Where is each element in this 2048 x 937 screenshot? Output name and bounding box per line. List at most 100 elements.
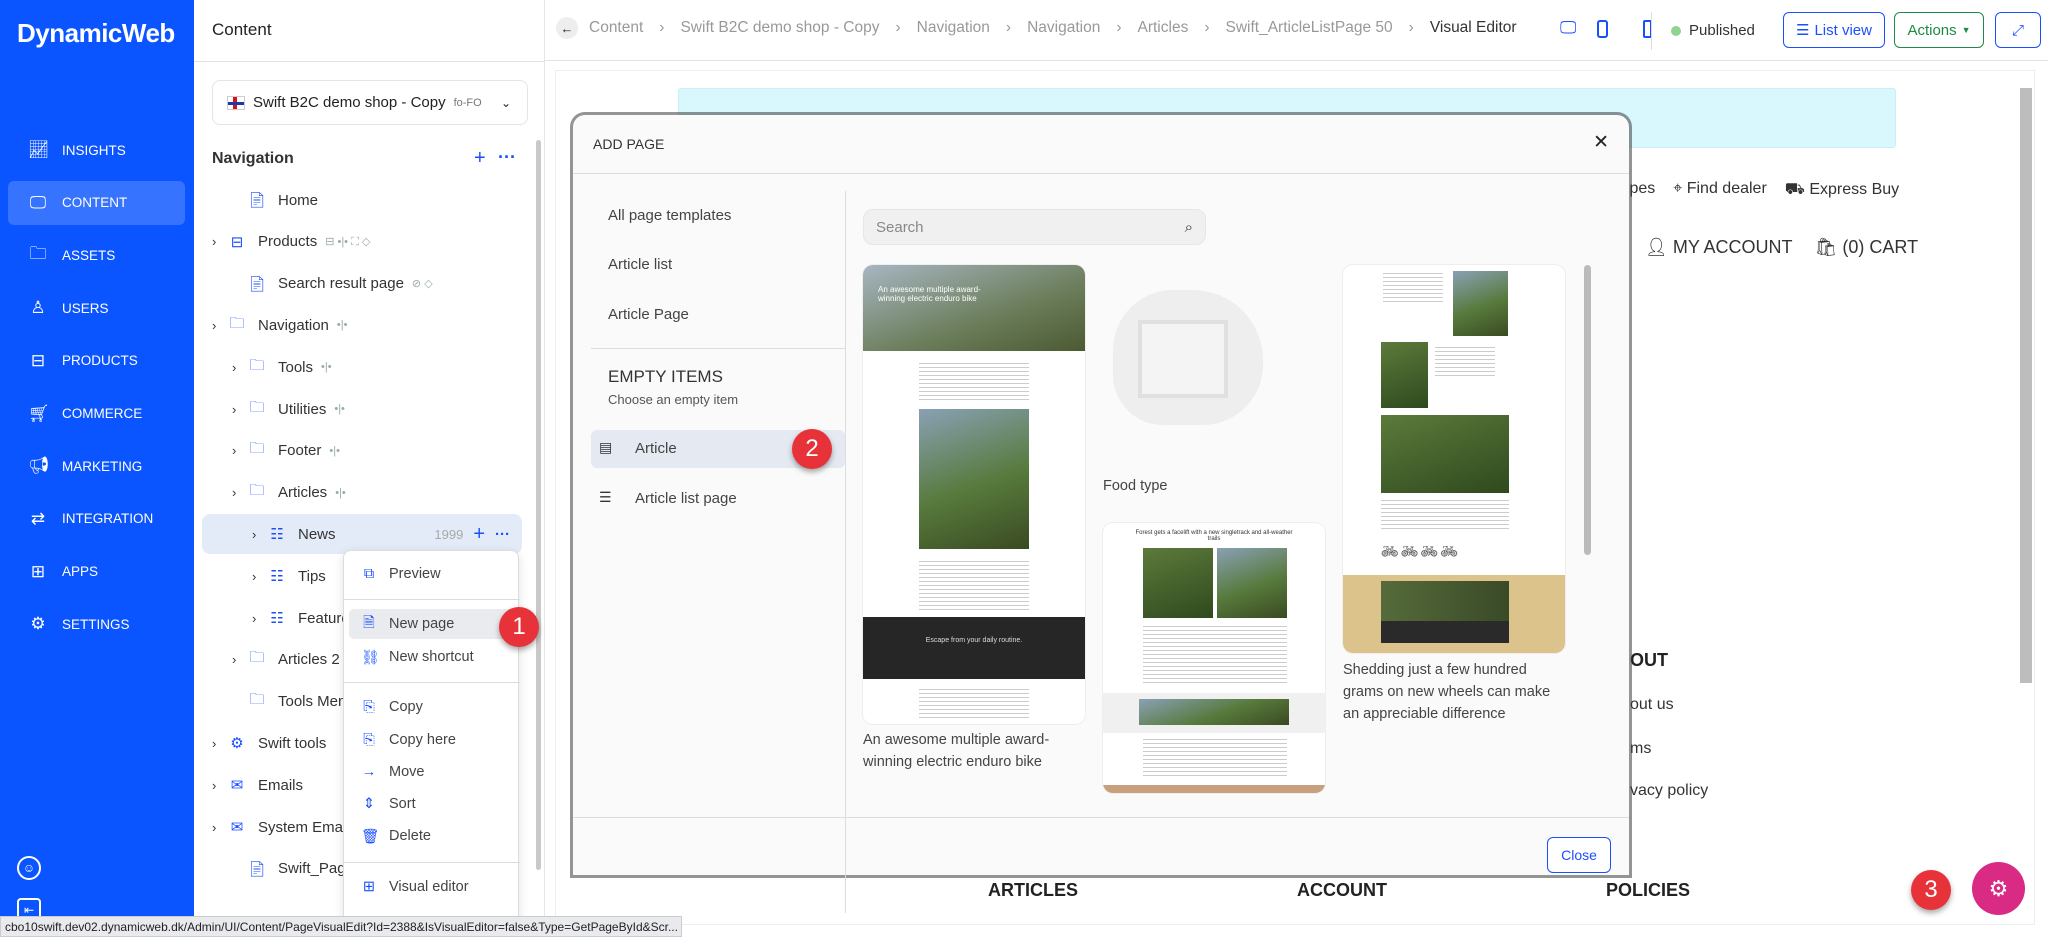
tree-item[interactable]: › ☷ News 1999 + ··· bbox=[202, 514, 522, 555]
user-icon: 👤︎ bbox=[1645, 237, 1673, 257]
sidebar-item-products[interactable]: ⊟ PRODUCTS bbox=[8, 339, 185, 383]
more-icon[interactable]: ··· bbox=[495, 526, 510, 543]
arrow-right-icon: → bbox=[361, 764, 377, 780]
chevron-right-icon[interactable]: › bbox=[232, 443, 246, 458]
tree-item[interactable]: › 🗀 Tools •|• bbox=[202, 347, 522, 387]
preview-link[interactable]: ⌖ Find dealer bbox=[1673, 180, 1767, 200]
breadcrumb-item[interactable]: Content bbox=[589, 19, 643, 37]
template-all[interactable]: All page templates bbox=[608, 207, 731, 224]
tree-item[interactable]: › 🗀 Utilities •|• bbox=[202, 389, 522, 429]
preview-footer-link[interactable]: vacy policy bbox=[1630, 782, 1708, 800]
list-view-button[interactable]: ☰ List view bbox=[1783, 12, 1885, 48]
settings-fab-button[interactable]: ⚙ bbox=[1972, 862, 2025, 915]
thumbnail-band bbox=[1343, 575, 1565, 653]
preview-cart[interactable]: 🛍︎ (0) CART bbox=[1815, 237, 1919, 258]
chevron-right-icon[interactable]: › bbox=[252, 569, 266, 584]
folder-icon: 🗀 bbox=[249, 691, 265, 709]
menu-item-move[interactable]: → Move bbox=[349, 757, 513, 787]
tree-item[interactable]: 📄︎ Home bbox=[202, 180, 522, 220]
chevron-down-icon: ⌄ bbox=[500, 95, 511, 110]
thumbnail-image bbox=[1139, 699, 1289, 725]
chevron-right-icon[interactable]: › bbox=[232, 485, 246, 500]
menu-item-new-page[interactable]: 🗎 New page bbox=[349, 609, 513, 639]
dialog-scrollbar[interactable] bbox=[1584, 265, 1591, 555]
chevron-right-icon[interactable]: › bbox=[212, 234, 226, 249]
preview-scrollbar[interactable] bbox=[2020, 88, 2032, 683]
tree-item[interactable]: › 🗀 Footer •|• bbox=[202, 431, 522, 471]
user-profile-icon[interactable]: ☺ bbox=[17, 856, 41, 880]
sidebar-item-commerce[interactable]: 🛒︎ COMMERCE bbox=[8, 392, 185, 436]
chevron-right-icon[interactable]: › bbox=[212, 778, 226, 793]
template-article-list[interactable]: Article list bbox=[608, 256, 672, 273]
close-icon[interactable]: ✕ bbox=[1593, 131, 1609, 154]
sidebar-item-users[interactable]: ♙ USERS bbox=[8, 286, 185, 330]
fullscreen-button[interactable]: ⤢ bbox=[1995, 12, 2041, 48]
status-dot-icon bbox=[1671, 25, 1681, 36]
template-card-caption: Shedding just a few hundred grams on new… bbox=[1343, 662, 1551, 722]
chevron-right-icon[interactable]: › bbox=[212, 736, 226, 751]
menu-item-copy-here[interactable]: ⎘ Copy here bbox=[349, 725, 513, 755]
expand-icon: ⤢ bbox=[2011, 21, 2024, 39]
chevron-right-icon[interactable]: › bbox=[232, 360, 246, 375]
template-card[interactable]: 🚲︎🚲︎🚲︎🚲︎ bbox=[1343, 265, 1565, 653]
preview-link[interactable]: ⛟ Express Buy bbox=[1785, 180, 1899, 200]
sidebar-item-integration[interactable]: ⇄ INTEGRATION bbox=[8, 497, 185, 541]
chevron-right-icon[interactable]: › bbox=[252, 527, 266, 542]
breadcrumb-item[interactable]: Navigation bbox=[917, 19, 990, 37]
add-icon[interactable]: + bbox=[473, 523, 485, 546]
sidebar-item-insights[interactable]: 📈︎ INSIGHTS bbox=[8, 128, 185, 172]
sidebar-item-label: USERS bbox=[62, 300, 109, 316]
tree-item[interactable]: › ⊟ Products ⊟ •|• ⛶ ◇ bbox=[202, 222, 522, 262]
menu-item-delete[interactable]: 🗑︎ Delete bbox=[349, 821, 513, 851]
sidebar-item-settings[interactable]: ⚙ SETTINGS bbox=[8, 602, 185, 646]
breadcrumb-item[interactable]: Swift_ArticleListPage 50 bbox=[1226, 19, 1393, 37]
preview-account[interactable]: 👤︎ MY ACCOUNT bbox=[1645, 237, 1793, 258]
menu-item-preview[interactable]: ⧉ Preview bbox=[349, 559, 513, 589]
menu-item-sort[interactable]: ⇕ Sort bbox=[349, 789, 513, 819]
breadcrumb-item[interactable]: Navigation bbox=[1027, 19, 1100, 37]
tree-item[interactable]: › 🗀 Articles •|• bbox=[202, 473, 522, 513]
chevron-right-icon[interactable]: › bbox=[232, 652, 246, 667]
breadcrumb-item[interactable]: Articles bbox=[1138, 19, 1189, 37]
preview-footer-link[interactable]: ms bbox=[1630, 740, 1651, 758]
site-selector[interactable]: Swift B2C demo shop - Copy fo-FO ⌄ bbox=[212, 80, 528, 125]
menu-item-visual-editor[interactable]: ⊞ Visual editor bbox=[349, 872, 513, 902]
tree-item[interactable]: 📄︎ Search result page ⊘ ◇ bbox=[202, 264, 522, 304]
menu-item-new-shortcut[interactable]: ⛓ New shortcut bbox=[349, 642, 513, 672]
back-arrow-icon[interactable]: ← bbox=[556, 17, 578, 39]
actions-button[interactable]: Actions ▼ bbox=[1894, 12, 1984, 48]
preview-header-actions: 👤︎ MY ACCOUNT 🛍︎ (0) CART bbox=[1645, 237, 1918, 258]
template-search-input[interactable]: Search ⌕ bbox=[863, 209, 1206, 245]
chevron-right-icon[interactable]: › bbox=[212, 318, 226, 333]
numbered-list-icon: ☷ bbox=[270, 568, 284, 586]
chevron-right-icon: › bbox=[895, 19, 901, 36]
chevron-right-icon[interactable]: › bbox=[232, 402, 246, 417]
add-icon[interactable]: + bbox=[474, 147, 486, 170]
desktop-icon[interactable]: 🖵 bbox=[1560, 18, 1576, 38]
template-article-page[interactable]: Article Page bbox=[608, 306, 689, 323]
chevron-right-icon[interactable]: › bbox=[212, 820, 226, 835]
status-bar-url: cbo10swift.dev02.dynamicweb.dk/Admin/UI/… bbox=[0, 916, 682, 937]
template-card[interactable]: An awesome multiple award-winning electr… bbox=[863, 265, 1085, 724]
menu-item-label: Delete bbox=[389, 828, 431, 844]
tree-item-label: Utilities bbox=[278, 400, 327, 418]
thumbnail-image bbox=[863, 265, 1085, 351]
close-button[interactable]: Close bbox=[1547, 837, 1611, 873]
thumbnail-image bbox=[1381, 581, 1509, 621]
layout-icon: ⊞ bbox=[362, 879, 376, 895]
sidebar-item-content[interactable]: 🖵 CONTENT bbox=[8, 180, 185, 225]
empty-item-article-list-page[interactable]: Article list page bbox=[635, 490, 737, 507]
breadcrumb-item[interactable]: Swift B2C demo shop - Copy bbox=[680, 19, 879, 37]
preview-footer-link[interactable]: out us bbox=[1630, 696, 1674, 714]
menu-item-copy[interactable]: ⎘ Copy bbox=[349, 692, 513, 722]
template-card[interactable]: Forest gets a facelift with a new single… bbox=[1103, 523, 1325, 793]
tree-scrollbar[interactable] bbox=[536, 140, 541, 870]
tablet-icon[interactable] bbox=[1597, 20, 1608, 38]
tree-item[interactable]: › 🗀 Navigation •|• bbox=[202, 305, 522, 345]
more-icon[interactable]: ··· bbox=[498, 147, 516, 168]
sidebar-item-apps[interactable]: ⊞ APPS bbox=[8, 550, 185, 594]
tree-item-label: System Emai bbox=[258, 818, 347, 836]
chevron-right-icon[interactable]: › bbox=[252, 611, 266, 626]
sidebar-item-assets[interactable]: 🗀 ASSETS bbox=[8, 233, 185, 277]
sidebar-item-marketing[interactable]: 📢︎ MARKETING bbox=[8, 444, 185, 488]
